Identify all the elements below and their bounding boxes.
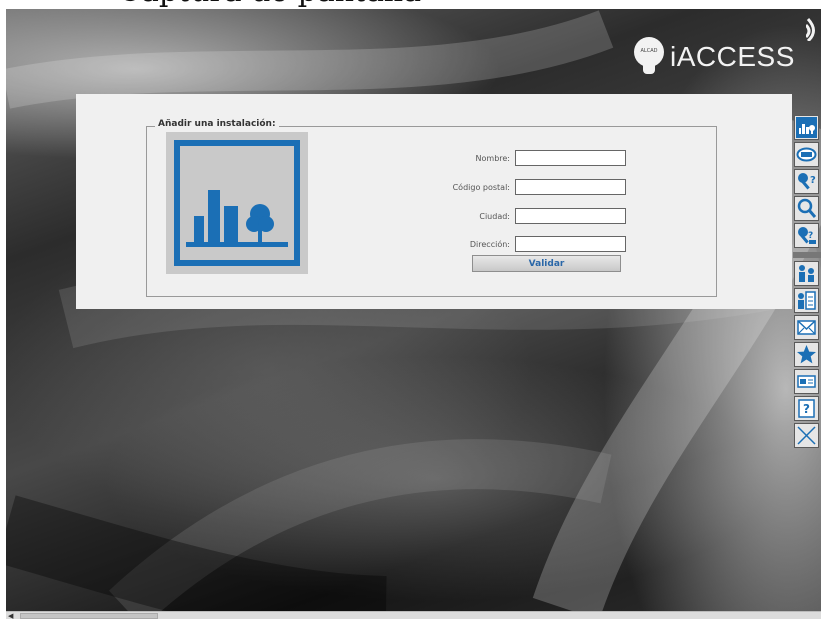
building-tree-icon (796, 117, 817, 138)
scrollbar-thumb[interactable] (20, 613, 158, 619)
logo-badge-text: ALCAD (640, 48, 658, 54)
toolbar-user-list-button[interactable] (794, 288, 819, 313)
envelope-icon (797, 320, 816, 335)
direccion-input[interactable] (515, 236, 626, 252)
tag-icon (796, 147, 817, 162)
user-list-icon (798, 291, 816, 310)
toolbar-help-button[interactable]: ? (794, 396, 819, 421)
form-row-direccion: Dirección: (376, 236, 626, 254)
key-user-icon: ? (798, 227, 816, 244)
toolbar-search-button[interactable] (794, 196, 819, 221)
logo-text: iACCESS (670, 41, 795, 72)
validar-button[interactable]: Validar (472, 255, 621, 272)
toolbar-installations-button[interactable] (794, 115, 819, 140)
toolbar-messages-button[interactable] (794, 315, 819, 340)
users-icon (799, 265, 814, 282)
iaccess-logo: ALCAD iACCESS (634, 37, 795, 77)
toolbar-users-button[interactable] (794, 261, 819, 286)
question-icon: ? (798, 399, 815, 418)
key-question-icon: ? (798, 173, 816, 190)
magnifier-icon (797, 198, 817, 218)
toolbar-separator (793, 252, 821, 258)
toolbar-favorites-button[interactable] (794, 342, 819, 367)
building-tree-icon (174, 140, 300, 266)
ciudad-label: Ciudad: (479, 212, 510, 221)
toolbar-key-user-button[interactable]: ? (794, 223, 819, 248)
wireless-icon (806, 17, 815, 41)
toolbar-card-button[interactable] (794, 369, 819, 394)
app-viewport: ALCAD iACCESS Añadir una instalación: No… (6, 9, 821, 611)
card-icon (797, 375, 816, 388)
scroll-left-arrow-icon[interactable]: ◀ (8, 612, 13, 619)
ciudad-input[interactable] (515, 208, 626, 224)
nombre-input[interactable] (515, 150, 626, 166)
nombre-label: Nombre: (475, 154, 510, 163)
svg-text:?: ? (808, 231, 813, 241)
installation-illustration (166, 132, 308, 274)
horizontal-scrollbar[interactable]: ◀ (6, 611, 821, 619)
bulb-icon: ALCAD (634, 37, 664, 77)
codigo-postal-label: Código postal: (452, 183, 510, 192)
close-icon (797, 426, 816, 445)
form-row-ciudad: Ciudad: (376, 208, 626, 226)
toolbar-key-question-button[interactable]: ? (794, 169, 819, 194)
add-installation-panel: Añadir una instalación: Nombre: Código p… (76, 94, 792, 309)
right-toolbar: ? ? ? (793, 97, 821, 611)
svg-text:?: ? (803, 402, 810, 416)
star-icon (797, 345, 816, 364)
direccion-label: Dirección: (469, 240, 510, 249)
codigo-postal-input[interactable] (515, 179, 626, 195)
toolbar-tag-button[interactable] (794, 142, 819, 167)
form-row-nombre: Nombre: (376, 150, 626, 168)
page-header-fragment: Captura de pantalla (118, 0, 421, 9)
fieldset-legend: Añadir una instalación: (155, 119, 279, 129)
toolbar-close-button[interactable] (794, 423, 819, 448)
form-row-codigo-postal: Código postal: (376, 179, 626, 197)
svg-text:?: ? (810, 175, 816, 186)
top-strip: Captura de pantalla (0, 0, 829, 9)
